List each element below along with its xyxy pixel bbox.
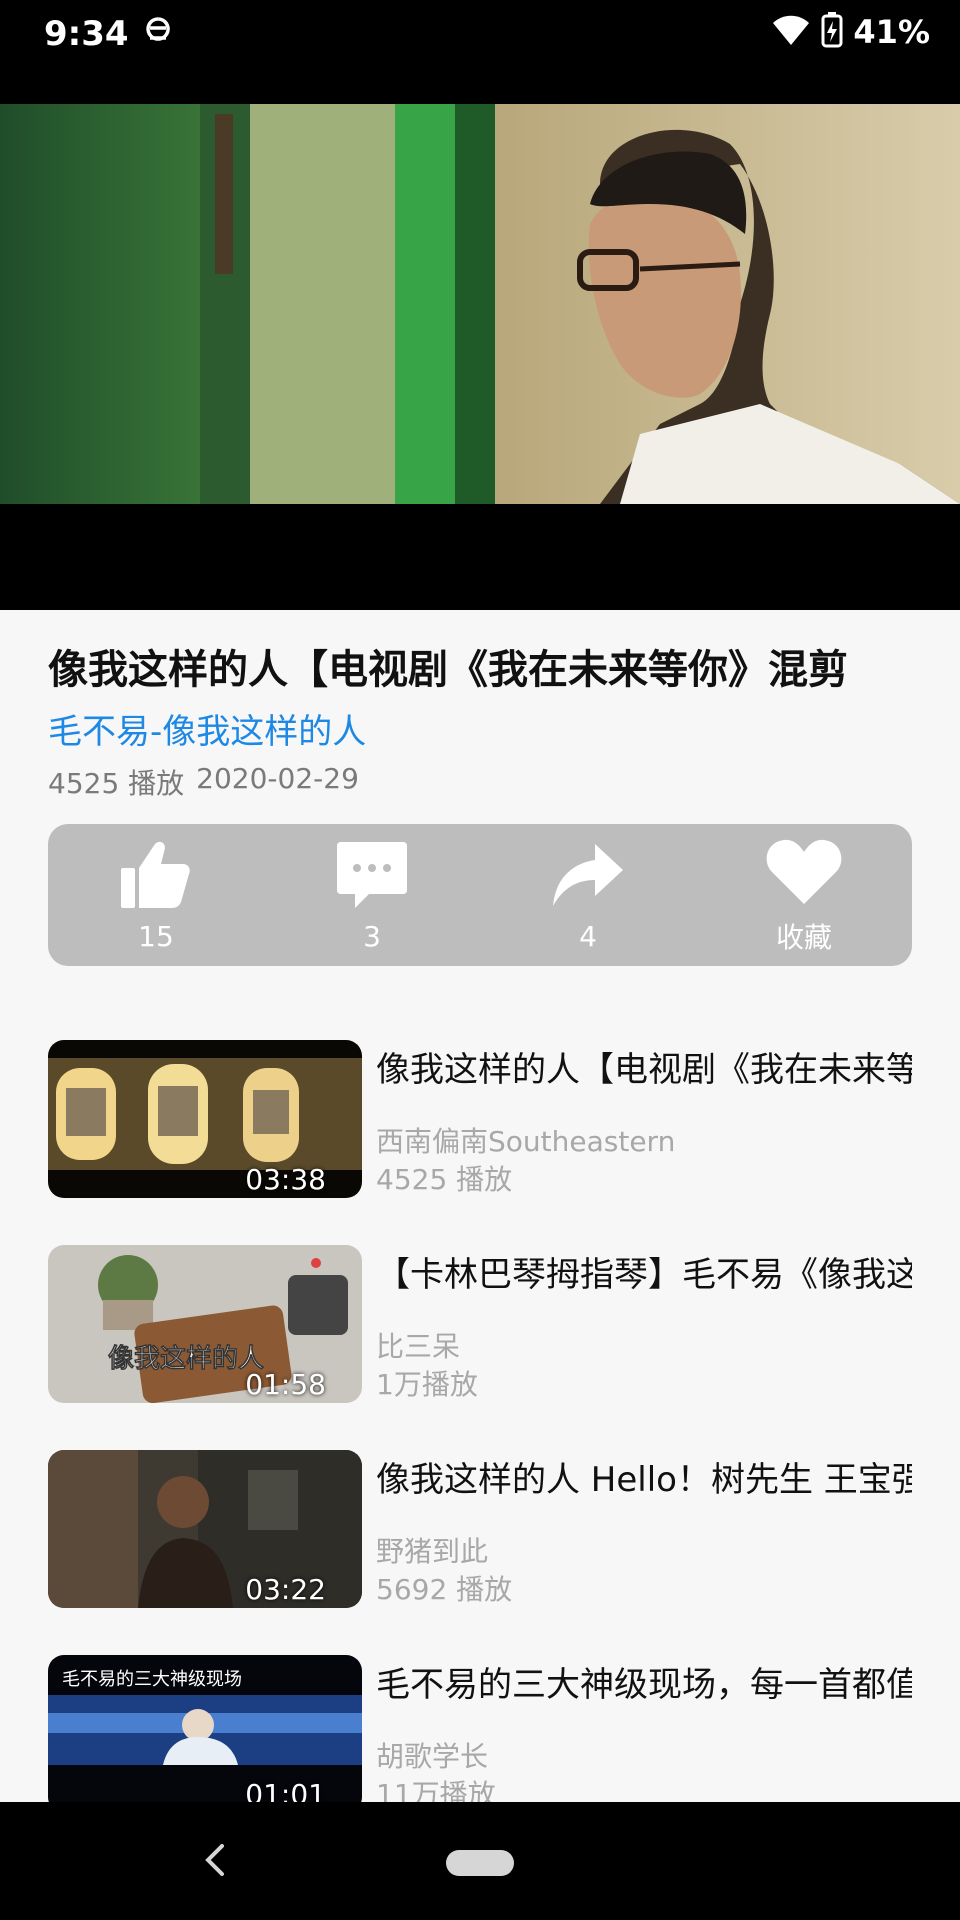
favorite-button[interactable]: 收藏 [724, 834, 884, 956]
status-bar: 9:34 41% [0, 0, 960, 70]
related-video-author: 西南偏南Southeastern [376, 1125, 676, 1158]
video-duration: 03:38 [245, 1163, 326, 1196]
related-video-item[interactable]: 03:38 像我这样的人【电视剧《我在未来等你》混剪 西南偏南Southeast… [48, 1040, 912, 1198]
like-count: 15 [138, 919, 174, 953]
action-bar: 15 3 4 收藏 [48, 824, 912, 966]
thumbs-up-icon [121, 841, 190, 908]
video-source-link[interactable]: 毛不易-像我这样的人 [48, 704, 366, 753]
thumbnail-caption: 像我这样的人 [108, 1343, 264, 1374]
related-video-plays: 11万播放 [376, 1778, 496, 1802]
related-video-item[interactable]: 03:22 像我这样的人 Hello！树先生 王宝强 野猪到此 5692 播放 [48, 1450, 912, 1608]
share-button[interactable]: 4 [508, 838, 668, 953]
video-duration: 01:58 [245, 1368, 326, 1401]
related-video-plays: 1万播放 [376, 1368, 478, 1401]
video-thumbnail: 像我这样的人 01:58 [48, 1245, 362, 1403]
comment-count: 3 [363, 919, 381, 953]
comment-icon [337, 841, 407, 908]
chevron-left-icon [205, 1844, 224, 1876]
video-thumbnail: 毛不易的三大神级现场 01:01 [48, 1655, 362, 1802]
app-notification-icon [144, 16, 172, 50]
home-button[interactable] [446, 1850, 514, 1876]
battery-percentage: 41% [853, 13, 930, 51]
video-title: 像我这样的人【电视剧《我在未来等你》混剪 [48, 647, 848, 693]
related-video-author: 野猪到此 [376, 1535, 489, 1568]
related-video-title: 像我这样的人 Hello！树先生 王宝强 [376, 1460, 912, 1500]
play-count: 4525 播放 [48, 767, 185, 800]
comment-button[interactable]: 3 [292, 838, 452, 953]
related-video-plays: 4525 播放 [376, 1163, 513, 1196]
related-video-author: 比三呆 [376, 1330, 461, 1363]
video-duration: 01:01 [245, 1778, 326, 1802]
share-icon [553, 843, 623, 906]
video-player[interactable] [0, 70, 960, 610]
related-video-item[interactable]: 毛不易的三大神级现场 01:01 毛不易的三大神级现场，每一首都值得 胡歌学长 … [48, 1655, 912, 1802]
related-video-author: 胡歌学长 [376, 1740, 489, 1773]
related-video-title: 【卡林巴琴拇指琴】毛不易《像我这样的人》 [376, 1255, 912, 1295]
like-button[interactable]: 15 [76, 838, 236, 953]
video-thumbnail: 03:22 [48, 1450, 362, 1608]
publish-date: 2020-02-29 [196, 762, 359, 795]
related-video-title: 毛不易的三大神级现场，每一首都值得 [376, 1665, 912, 1705]
related-video-item[interactable]: 像我这样的人 01:58 【卡林巴琴拇指琴】毛不易《像我这样的人》 比三呆 1万… [48, 1245, 912, 1403]
navigation-bar [0, 1802, 960, 1920]
favorite-label: 收藏 [775, 921, 832, 954]
status-indicators: 41% [771, 12, 930, 52]
video-meta: 4525 播放 2020-02-29 [48, 762, 359, 802]
status-time: 9:34 [44, 14, 129, 54]
wifi-icon [771, 13, 811, 51]
thumbnail-caption: 毛不易的三大神级现场 [62, 1669, 242, 1690]
video-thumbnail: 03:38 [48, 1040, 362, 1198]
share-count: 4 [579, 919, 597, 953]
related-video-title: 像我这样的人【电视剧《我在未来等你》混剪 [376, 1050, 912, 1090]
related-video-list: 03:38 像我这样的人【电视剧《我在未来等你》混剪 西南偏南Southeast… [48, 1040, 912, 1802]
back-button[interactable] [196, 1840, 236, 1880]
video-duration: 03:22 [245, 1573, 326, 1606]
heart-icon [766, 839, 842, 904]
video-frame[interactable] [0, 104, 960, 504]
related-video-plays: 5692 播放 [376, 1573, 513, 1606]
battery-icon [821, 12, 843, 52]
